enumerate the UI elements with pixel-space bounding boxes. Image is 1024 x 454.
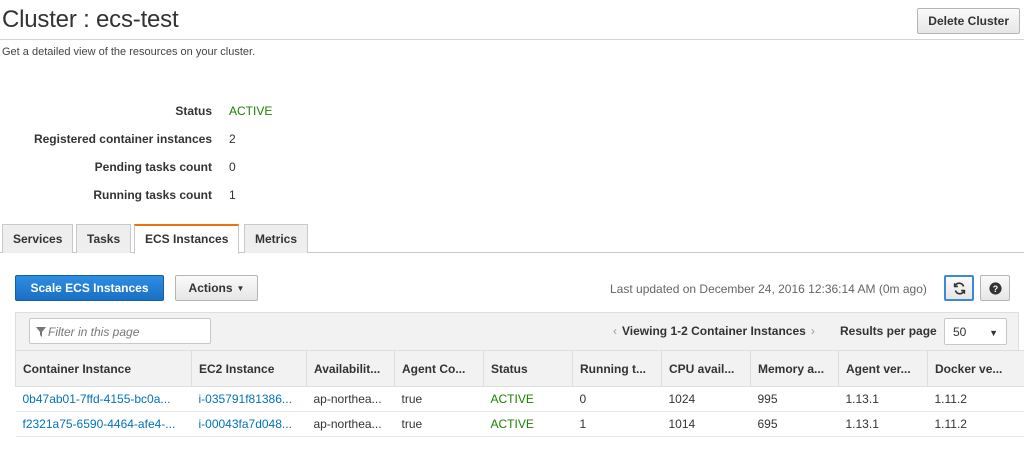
summary-running-tasks: Running tasks count 1 <box>0 188 300 206</box>
chevron-down-icon: ▼ <box>989 328 998 338</box>
filter-bar: Filter in this page ‹ Viewing 1-2 Contain… <box>15 312 1019 350</box>
tab-tasks[interactable]: Tasks <box>76 224 132 253</box>
table-cell: 1 <box>572 411 662 437</box>
filter-input[interactable]: Filter in this page <box>29 318 211 344</box>
results-per-page-select[interactable]: 50 ▼ <box>944 318 1007 345</box>
page-header: Cluster : ecs-test Delete Cluster <box>0 0 1024 40</box>
summary-label: Pending tasks count <box>94 160 212 174</box>
filter-placeholder: Filter in this page <box>48 325 140 339</box>
table-cell: 0 <box>572 386 662 412</box>
ec2-instance-link[interactable]: i-035791f81386... <box>199 392 292 406</box>
prev-page-icon[interactable]: ‹ <box>613 324 617 338</box>
delete-cluster-button[interactable]: Delete Cluster <box>917 8 1020 34</box>
ec2-instance-link[interactable]: i-00043fa7d048... <box>199 417 292 431</box>
table-header-row: Container Instance EC2 Instance Availabi… <box>15 350 1024 387</box>
column-header[interactable]: Agent Co... <box>394 350 484 387</box>
container-instance-link[interactable]: 0b47ab01-7ffd-4155-bc0a... <box>23 392 171 406</box>
actions-label: Actions <box>188 281 233 295</box>
caret-down-icon: ▼ <box>236 284 245 293</box>
svg-text:?: ? <box>992 283 997 293</box>
summary-registered-instances: Registered container instances 2 <box>0 132 300 150</box>
column-header[interactable]: Availabilit... <box>306 350 395 387</box>
results-per-page-value: 50 <box>953 325 967 339</box>
actions-dropdown-button[interactable]: Actions ▼ <box>175 275 258 301</box>
scale-ecs-instances-button[interactable]: Scale ECS Instances <box>15 275 164 301</box>
tab-services[interactable]: Services <box>2 224 74 253</box>
container-instances-table: Container Instance EC2 Instance Availabi… <box>15 350 1024 437</box>
summary-label: Status <box>175 104 212 118</box>
column-header[interactable]: CPU avail... <box>661 350 751 387</box>
status-cell: ACTIVE <box>483 411 573 437</box>
column-header[interactable]: Status <box>483 350 573 387</box>
table-cell: 1014 <box>661 411 751 437</box>
table-row: 0b47ab01-7ffd-4155-bc0a... i-035791f8138… <box>15 386 1024 412</box>
table-cell: 995 <box>750 386 839 412</box>
ecs-instances-panel: Scale ECS Instances Actions ▼ Last update… <box>0 253 1024 454</box>
status-cell: ACTIVE <box>483 386 573 412</box>
column-header[interactable]: Memory a... <box>750 350 839 387</box>
refresh-icon <box>953 281 965 295</box>
last-updated-text: Last updated on December 24, 2016 12:36:… <box>610 282 927 296</box>
next-page-icon[interactable]: › <box>811 324 815 338</box>
column-header[interactable]: EC2 Instance <box>191 350 307 387</box>
table-cell: ap-northea... <box>306 411 395 437</box>
results-per-page-label: Results per page <box>840 324 937 338</box>
help-button[interactable]: ? <box>980 275 1010 301</box>
cluster-tabs: Services Tasks ECS Instances Metrics <box>0 222 1024 254</box>
summary-value: 0 <box>229 160 236 174</box>
summary-status: Status ACTIVE <box>0 104 300 122</box>
table-cell: true <box>394 386 484 412</box>
column-header[interactable]: Container Instance <box>15 350 192 387</box>
help-icon: ? <box>988 281 1002 295</box>
page-description: Get a detailed view of the resources on … <box>2 46 256 58</box>
column-header[interactable]: Agent ver... <box>838 350 928 387</box>
summary-label: Running tasks count <box>93 188 212 202</box>
summary-label: Registered container instances <box>33 132 212 146</box>
table-cell: i-00043fa7d048... <box>191 411 307 437</box>
column-header[interactable]: Docker ve... <box>927 350 1024 387</box>
viewing-text: Viewing 1-2 Container Instances <box>622 324 806 338</box>
table-cell: 1.11.2 <box>927 386 1024 412</box>
table-cell: 1.13.1 <box>838 411 928 437</box>
table-cell: ap-northea... <box>306 386 395 412</box>
table-cell: 1.13.1 <box>838 386 928 412</box>
tab-metrics[interactable]: Metrics <box>244 224 309 253</box>
table-cell: i-035791f81386... <box>191 386 307 412</box>
container-instance-link[interactable]: f2321a75-6590-4464-afe4-... <box>23 417 176 431</box>
summary-value: 1 <box>229 188 236 202</box>
status-value: ACTIVE <box>229 104 273 118</box>
table-cell: 1024 <box>661 386 751 412</box>
table-cell: f2321a75-6590-4464-afe4-... <box>15 411 192 437</box>
column-header[interactable]: Running t... <box>572 350 662 387</box>
refresh-button[interactable] <box>944 275 974 301</box>
page-title: Cluster : ecs-test <box>2 6 179 33</box>
filter-icon <box>36 327 46 337</box>
summary-pending-tasks: Pending tasks count 0 <box>0 160 300 178</box>
table-cell: 695 <box>750 411 839 437</box>
summary-value: 2 <box>229 132 236 146</box>
table-cell: 0b47ab01-7ffd-4155-bc0a... <box>15 386 192 412</box>
pagination: ‹ Viewing 1-2 Container Instances › <box>613 324 815 338</box>
table-row: f2321a75-6590-4464-afe4-... i-00043fa7d0… <box>15 411 1024 437</box>
tab-ecs-instances[interactable]: ECS Instances <box>134 224 240 254</box>
table-cell: 1.11.2 <box>927 411 1024 437</box>
table-cell: true <box>394 411 484 437</box>
